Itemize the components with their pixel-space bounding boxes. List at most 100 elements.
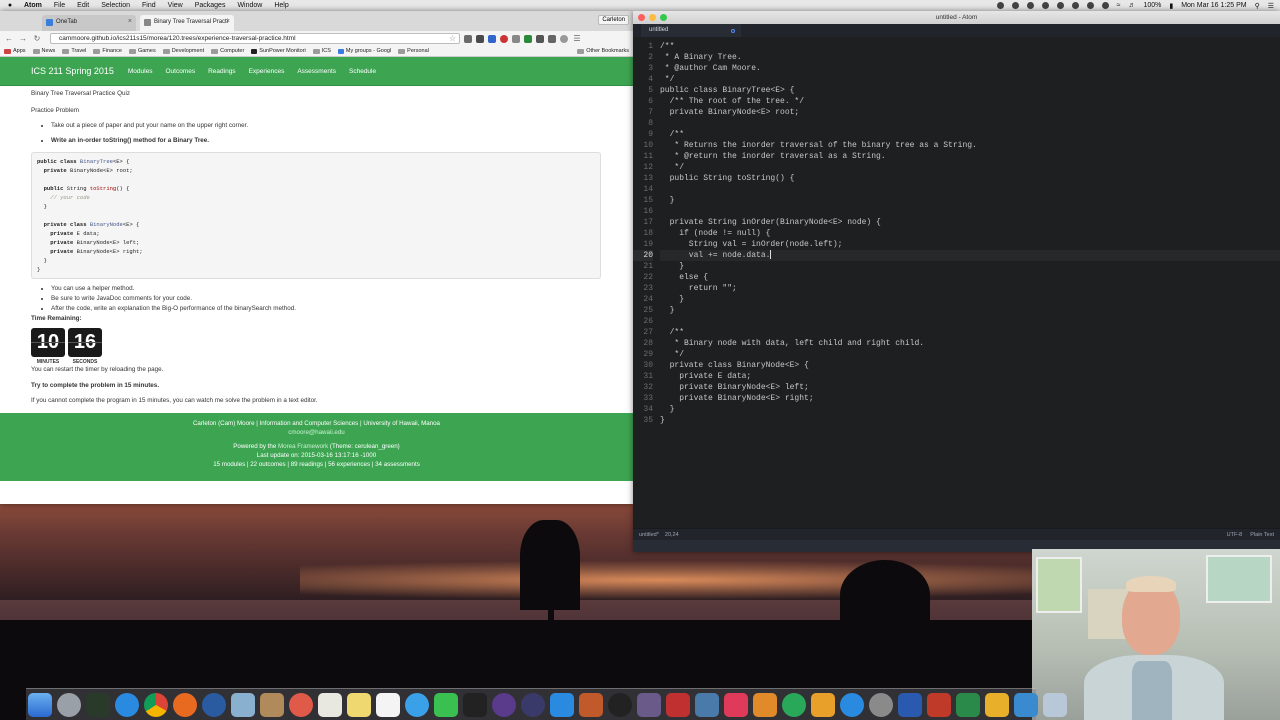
chrome-icon[interactable] [144,692,168,717]
apple-menu-icon[interactable]: ● [6,2,14,9]
textedit-icon[interactable] [318,692,342,717]
excel-icon[interactable] [956,692,980,717]
bookmark-games[interactable]: Games [128,48,156,54]
close-tab-icon[interactable]: × [226,18,230,25]
footer-credits[interactable]: Carleton (Cam) Moore | Information and C… [0,420,633,429]
forward-icon[interactable]: → [18,34,28,43]
code-line[interactable] [660,206,1280,217]
code-line[interactable] [660,316,1280,327]
bookmark-news[interactable]: News [32,48,55,54]
calendar-icon[interactable] [289,692,313,717]
code-line[interactable]: * Binary node with data, left child and … [660,338,1280,349]
itunes-icon[interactable] [724,692,748,717]
code-line[interactable]: } [660,294,1280,305]
github-icon[interactable] [608,692,632,717]
code-line[interactable]: private BinaryNode<E> root; [660,107,1280,118]
status-icon[interactable] [996,2,1004,9]
thunderbird-icon[interactable] [202,692,226,717]
bookmark-apps[interactable]: Apps [4,48,26,54]
bookmark-star-icon[interactable]: ☆ [449,34,456,43]
notification-center-icon[interactable]: ☰ [1268,2,1274,10]
extension-icon[interactable] [500,34,508,43]
app-store-icon[interactable] [840,692,864,717]
notes-icon[interactable] [347,692,371,717]
launchpad-icon[interactable] [57,692,81,717]
extension-icon[interactable] [524,34,532,43]
extension-icon[interactable] [488,34,496,43]
status-icon[interactable] [1041,2,1049,9]
status-icon[interactable] [1011,2,1019,9]
nav-outcomes[interactable]: Outcomes [165,68,195,75]
code-line[interactable]: } [660,261,1280,272]
minimize-window-icon[interactable] [649,14,656,21]
app-icon[interactable] [985,692,1009,717]
nav-modules[interactable]: Modules [128,68,153,75]
nav-assessments[interactable]: Assessments [297,68,336,75]
word-icon[interactable] [898,692,922,717]
app-icon[interactable] [782,692,806,717]
reload-icon[interactable]: ↻ [32,34,42,43]
volume-icon[interactable]: ♬ [1128,2,1135,9]
eclipse-icon[interactable] [492,692,516,717]
modified-indicator-icon[interactable] [731,29,735,33]
status-icon[interactable] [1101,2,1109,9]
status-grammar[interactable]: Plain Text [1250,532,1274,538]
finder-icon[interactable] [28,692,52,717]
bookmark-ics[interactable]: ICS [312,48,331,54]
code-line[interactable]: */ [660,74,1280,85]
status-encoding[interactable]: UTF-8 [1227,532,1243,538]
back-icon[interactable]: ← [4,34,14,43]
tab-onetab[interactable]: OneTab × [42,15,136,31]
code-line[interactable]: else { [660,272,1280,283]
app-icon[interactable] [637,692,661,717]
profile-button[interactable]: Carleton [598,15,629,25]
reminders-icon[interactable] [376,692,400,717]
code-line[interactable]: */ [660,349,1280,360]
code-line[interactable]: private E data; [660,371,1280,382]
messages-icon[interactable] [405,692,429,717]
code-line[interactable]: public class BinaryTree<E> { [660,85,1280,96]
eclipse-alt-icon[interactable] [521,692,545,717]
ibooks-icon[interactable] [753,692,777,717]
menu-view[interactable]: View [168,2,183,9]
code-line[interactable] [660,184,1280,195]
extension-icon[interactable] [476,34,484,43]
powerpoint-icon[interactable] [927,692,951,717]
app-icon[interactable] [1043,692,1067,717]
extension-icon[interactable] [560,34,568,43]
status-icon[interactable] [1071,2,1079,9]
morea-link[interactable]: Morea Framework [278,443,328,450]
code-line[interactable]: /** [660,41,1280,52]
menu-find[interactable]: Find [142,2,156,9]
bookmark-development[interactable]: Development [162,48,204,54]
firefox-icon[interactable] [173,692,197,717]
dashboard-icon[interactable] [86,692,110,717]
code-line[interactable]: } [660,404,1280,415]
app-icon[interactable] [811,692,835,717]
app-icon[interactable] [695,692,719,717]
code-line[interactable]: private BinaryNode<E> left; [660,382,1280,393]
menu-edit[interactable]: Edit [77,2,89,9]
contacts-icon[interactable] [260,692,284,717]
code-line[interactable]: return ""; [660,283,1280,294]
nav-readings[interactable]: Readings [208,68,235,75]
battery-icon[interactable]: ▮ [1169,2,1173,10]
close-window-icon[interactable] [638,14,645,21]
code-line[interactable]: val += node.data. [660,250,1280,261]
zoom-window-icon[interactable] [660,14,667,21]
nav-schedule[interactable]: Schedule [349,68,376,75]
other-bookmarks[interactable]: Other Bookmarks [577,48,629,54]
app-icon[interactable] [579,692,603,717]
site-brand[interactable]: ICS 211 Spring 2015 [31,66,114,76]
intellij-icon[interactable] [550,692,574,717]
code-line[interactable]: * @author Cam Moore. [660,63,1280,74]
photo-booth-icon[interactable] [666,692,690,717]
address-bar[interactable]: cammoore.github.io/ics211s15/morea/120.t… [50,33,460,44]
code-line[interactable]: /** [660,327,1280,338]
wifi-icon[interactable]: ≈ [1117,2,1121,9]
status-cursor-position[interactable]: 20,24 [665,532,679,538]
extension-icon[interactable] [512,34,520,43]
clock[interactable]: Mon Mar 16 1:25 PM [1181,2,1246,9]
menu-app-name[interactable]: Atom [24,2,42,9]
bookmark-travel[interactable]: Travel [62,48,86,54]
